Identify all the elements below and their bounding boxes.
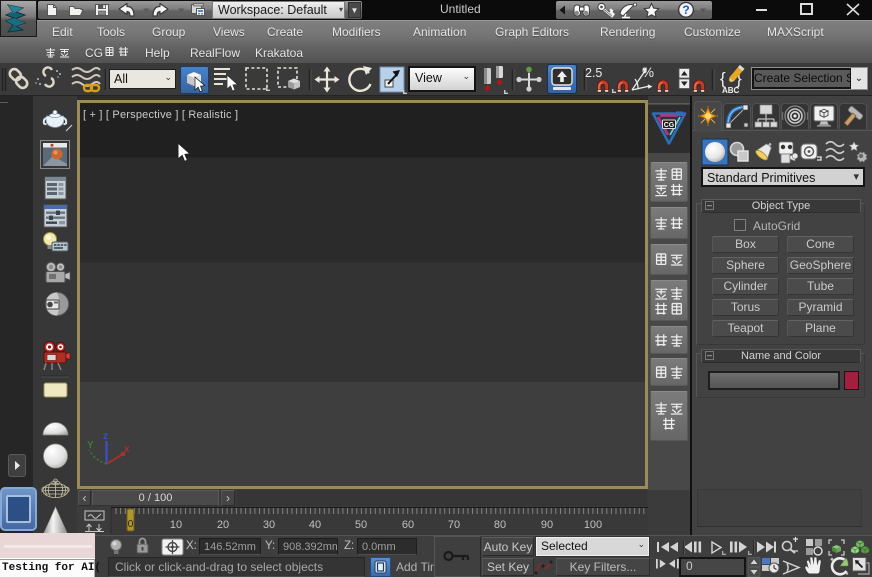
svg-text:100: 100	[584, 519, 602, 531]
svg-text:90: 90	[541, 519, 553, 531]
svg-text:2.5: 2.5	[585, 66, 602, 80]
svg-text:ABC: ABC	[722, 86, 740, 95]
svg-text:70: 70	[448, 519, 460, 531]
svg-text:50: 50	[355, 519, 367, 531]
svg-text:40: 40	[309, 519, 321, 531]
svg-text:?: ?	[682, 3, 689, 17]
svg-text:0: 0	[128, 518, 134, 530]
svg-text:30: 30	[263, 519, 275, 531]
svg-text:Y: Y	[87, 440, 94, 451]
svg-text:60: 60	[402, 519, 414, 531]
svg-text:20: 20	[217, 519, 229, 531]
svg-text:80: 80	[494, 519, 506, 531]
svg-text:CG: CG	[664, 122, 675, 129]
svg-text:%: %	[642, 65, 654, 80]
svg-text:10: 10	[170, 519, 182, 531]
svg-text:z: z	[103, 431, 108, 442]
